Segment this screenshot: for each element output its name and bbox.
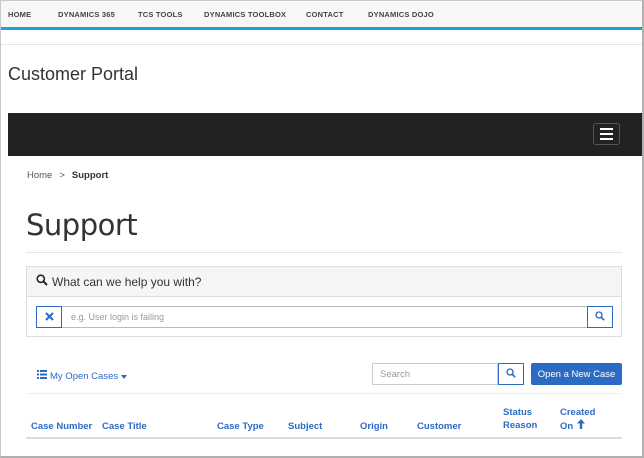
open-new-case-button[interactable]: Open a New Case — [531, 363, 622, 385]
search-icon — [595, 308, 605, 326]
list-icon — [37, 370, 47, 382]
hamburger-line — [600, 133, 613, 135]
case-search-button[interactable] — [498, 363, 524, 385]
column-header-label-line2: On — [560, 420, 574, 432]
column-header-subject[interactable]: Subject — [288, 420, 322, 433]
nav-contact[interactable]: CONTACT — [306, 10, 344, 19]
breadcrumb-separator: > — [59, 170, 65, 181]
column-header-status-reason[interactable]: Status Reason — [503, 406, 537, 432]
breadcrumb-current: Support — [71, 170, 109, 181]
site-title[interactable]: Customer Portal — [8, 64, 138, 85]
search-row — [36, 306, 613, 328]
column-header-label: Customer — [417, 421, 462, 432]
column-header-origin[interactable]: Origin — [360, 420, 388, 433]
close-icon — [44, 308, 54, 326]
top-navigation: HOME DYNAMICS 365 TCS TOOLS DYNAMICS TOO… — [1, 1, 642, 28]
nav-home[interactable]: HOME — [8, 10, 31, 19]
sort-ascending-icon — [577, 419, 586, 433]
column-header-label-line2: Reason — [503, 420, 538, 431]
hamburger-line — [600, 138, 613, 140]
breadcrumb-home[interactable]: Home — [27, 170, 52, 181]
search-icon — [36, 273, 48, 291]
case-view-dropdown[interactable]: My Open Cases — [37, 370, 128, 382]
header-divider — [1, 44, 642, 45]
column-header-customer[interactable]: Customer — [417, 420, 461, 433]
column-header-label: Created — [560, 407, 596, 418]
nav-dynamics-365[interactable]: DYNAMICS 365 — [58, 10, 115, 19]
page-title: Support — [26, 208, 138, 242]
column-header-case-number[interactable]: Case Number — [31, 420, 92, 433]
table-header-divider — [26, 437, 622, 439]
column-header-label: Case Title — [102, 421, 147, 432]
nav-dynamics-toolbox[interactable]: DYNAMICS TOOLBOX — [204, 10, 286, 19]
clear-search-button[interactable] — [36, 306, 62, 328]
column-header-created-on[interactable]: Created On — [560, 406, 595, 433]
knowledge-search-button[interactable] — [587, 306, 613, 328]
search-icon — [506, 365, 516, 383]
nav-dynamics-dojo[interactable]: DYNAMICS DOJO — [368, 10, 434, 19]
column-header-line2-wrap: On — [560, 419, 595, 433]
toolbar-divider — [26, 393, 622, 394]
column-header-case-title[interactable]: Case Title — [102, 420, 147, 433]
search-question: What can we help you with? — [52, 274, 202, 289]
hamburger-menu-button[interactable] — [593, 123, 620, 145]
case-search-input[interactable] — [372, 363, 498, 385]
title-divider — [26, 252, 622, 253]
knowledge-search-input[interactable] — [62, 306, 587, 328]
breadcrumb: Home > Support — [27, 170, 108, 181]
column-header-case-type[interactable]: Case Type — [217, 420, 264, 433]
column-header-label: Origin — [360, 421, 388, 432]
portal-navbar — [8, 113, 642, 156]
hamburger-line — [600, 128, 613, 130]
accent-bar — [1, 27, 642, 30]
caret-down-icon — [121, 371, 128, 382]
column-header-label: Case Type — [217, 421, 264, 432]
column-header-label: Subject — [288, 421, 323, 432]
column-header-label: Case Number — [31, 421, 93, 432]
nav-tcs-tools[interactable]: TCS TOOLS — [138, 10, 183, 19]
knowledge-search-panel: What can we help you with? — [26, 266, 622, 337]
column-header-label: Status — [503, 407, 533, 418]
search-panel-heading: What can we help you with? — [27, 267, 621, 297]
case-view-label: My Open Cases — [50, 370, 119, 382]
